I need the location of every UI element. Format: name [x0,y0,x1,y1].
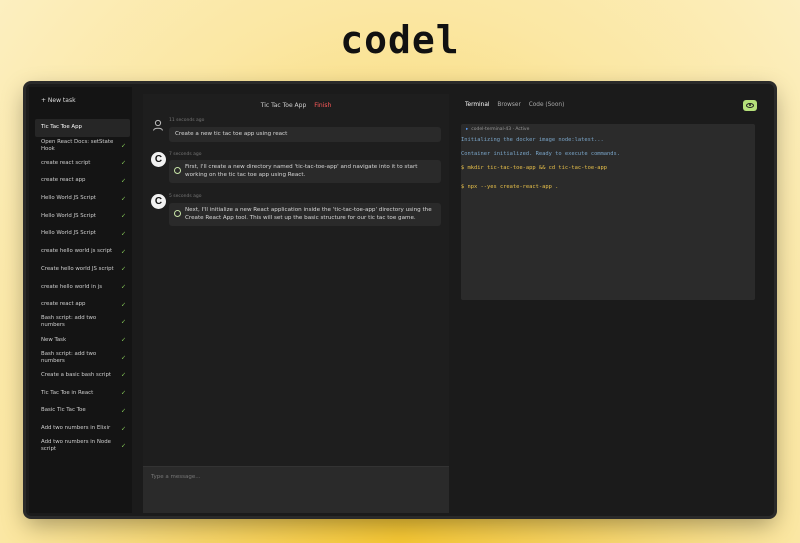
check-icon: ✓ [120,230,126,238]
codel-avatar-icon: C [151,152,166,167]
assistant-message: C 5 seconds ago Next, I'll initialize a … [151,194,441,226]
task-label: Tic Tac Toe App [41,124,82,131]
terminal-icon: ▸ [466,127,469,132]
check-icon: ✓ [120,442,126,450]
codel-avatar-icon: C [151,194,166,209]
new-task-button[interactable]: + New task [41,97,76,104]
terminal[interactable]: ▸ codel-terminal-43 · Active Initializing… [461,124,755,300]
check-icon: ✓ [120,177,126,185]
check-icon: ✓ [120,425,126,433]
tab-terminal[interactable]: Terminal [465,102,490,108]
task-label: create react app [41,301,86,308]
check-icon: ✓ [120,371,126,379]
chat-title: Tic Tac Toe App [260,102,307,109]
task-label: Create hello world JS script [41,265,114,272]
message-bubble: Create a new tic tac toe app using react [169,127,441,142]
check-icon: ✓ [120,301,126,309]
sidebar-task-item[interactable]: Add two numbers in Elixir ✓ [35,420,130,438]
message-timestamp: 7 seconds ago [169,152,202,157]
sidebar-task-item[interactable]: Hello World JS Script ✓ [35,207,130,225]
task-label: Hello World JS Script [41,230,96,237]
terminal-line: $ npx --yes create-react-app . [461,184,559,190]
user-icon [153,119,163,131]
task-label: create hello world in js [41,283,103,290]
sidebar-task-item[interactable]: Hello World JS Script ✓ [35,190,130,208]
task-label: Hello World JS Script [41,195,96,202]
user-message: 11 seconds ago Create a new tic tac toe … [151,118,441,142]
task-label: Add two numbers in Node script [41,439,111,453]
chat-header: Tic Tac Toe App Finish [143,102,449,109]
preview-button[interactable] [743,100,757,111]
check-icon: ✓ [120,212,126,220]
check-icon: ✓ [120,389,126,397]
message-timestamp: 11 seconds ago [169,118,205,123]
sidebar-task-item[interactable]: Create a basic bash script ✓ [35,367,130,385]
sidebar-task-item[interactable]: Tic Tac Toe App [35,119,130,137]
task-label: Open React Docs: setState Hook [41,138,114,152]
sidebar-task-item[interactable]: Tic Tac Toe in React ✓ [35,384,130,402]
message-bubble: First, I'll create a new directory named… [169,160,441,183]
message-input[interactable] [149,473,433,481]
task-label: create react app [41,177,86,184]
sidebar-task-item[interactable]: Add two numbers in Node script ✓ [35,437,130,455]
check-icon: ✓ [120,265,126,273]
clock-icon [174,167,181,174]
check-icon: ✓ [120,354,126,362]
sidebar-task-item[interactable]: Hello World JS Script ✓ [35,225,130,243]
tab-browser[interactable]: Browser [497,102,521,108]
right-panel: Terminal Browser Code (Soon) ▸ codel-term… [459,94,771,513]
task-label: Add two numbers in Elixir [41,425,111,432]
tab-code[interactable]: Code (Soon) [529,102,565,108]
check-icon: ✓ [120,318,126,326]
clock-icon [174,210,181,217]
task-label: Create a basic bash script [41,371,112,378]
sidebar-task-item[interactable]: Bash script: add two numbers ✓ [35,314,130,332]
sidebar: + New task Tic Tac Toe App Open React Doc… [29,87,132,513]
finish-button[interactable]: Finish [314,102,331,109]
task-label: create react script [41,159,91,166]
sidebar-task-item[interactable]: Create hello world JS script ✓ [35,261,130,279]
check-icon: ✓ [120,159,126,167]
sidebar-task-item[interactable]: create react app ✓ [35,172,130,190]
task-label: Basic Tic Tac Toe [41,407,86,414]
codel-logo: codel [340,18,460,62]
sidebar-task-item[interactable]: Basic Tic Tac Toe ✓ [35,402,130,420]
sidebar-task-item[interactable]: create hello world js script ✓ [35,243,130,261]
message-timestamp: 5 seconds ago [169,194,202,199]
assistant-message: C 7 seconds ago First, I'll create a new… [151,152,441,184]
app-window: + New task Tic Tac Toe App Open React Doc… [26,84,774,516]
task-label: New Task [41,336,67,343]
task-label: Hello World JS Script [41,212,96,219]
terminal-title: codel-terminal-43 · Active [471,127,530,132]
sidebar-task-item[interactable]: Open React Docs: setState Hook ✓ [35,137,130,155]
check-icon: ✓ [120,283,126,291]
sidebar-task-item[interactable]: create hello world in js ✓ [35,278,130,296]
chat-panel: Tic Tac Toe App Finish 11 seconds ago Cr… [143,94,449,513]
terminal-line: Initializing the docker image node:lates… [461,137,604,143]
sidebar-task-item[interactable]: Bash script: add two numbers ✓ [35,349,130,367]
sidebar-task-item[interactable]: New Task ✓ [35,331,130,349]
sidebar-task-item[interactable]: create react app ✓ [35,296,130,314]
panel-tabs: Terminal Browser Code (Soon) [465,102,570,108]
task-label: create hello world js script [41,248,113,255]
message-input-box [143,466,449,513]
task-label: Tic Tac Toe in React [41,389,94,396]
terminal-header: ▸ codel-terminal-43 · Active [466,127,529,132]
task-label: Bash script: add two numbers [41,350,97,364]
check-icon: ✓ [120,195,126,203]
task-list: Tic Tac Toe App Open React Docs: setState… [35,119,130,455]
check-icon: ✓ [120,407,126,415]
check-icon: ✓ [120,142,126,150]
message-text: First, I'll create a new directory named… [185,164,418,178]
sidebar-task-item[interactable]: create react script ✓ [35,154,130,172]
message-text: Next, I'll initialize a new React applic… [185,207,432,221]
task-label: Bash script: add two numbers [41,315,97,329]
terminal-line: $ mkdir tic-tac-toe-app && cd tic-tac-to… [461,165,608,171]
check-icon: ✓ [120,248,126,256]
terminal-line: Container initialized. Ready to execute … [461,151,621,157]
message-bubble: Next, I'll initialize a new React applic… [169,203,441,226]
check-icon: ✓ [120,336,126,344]
